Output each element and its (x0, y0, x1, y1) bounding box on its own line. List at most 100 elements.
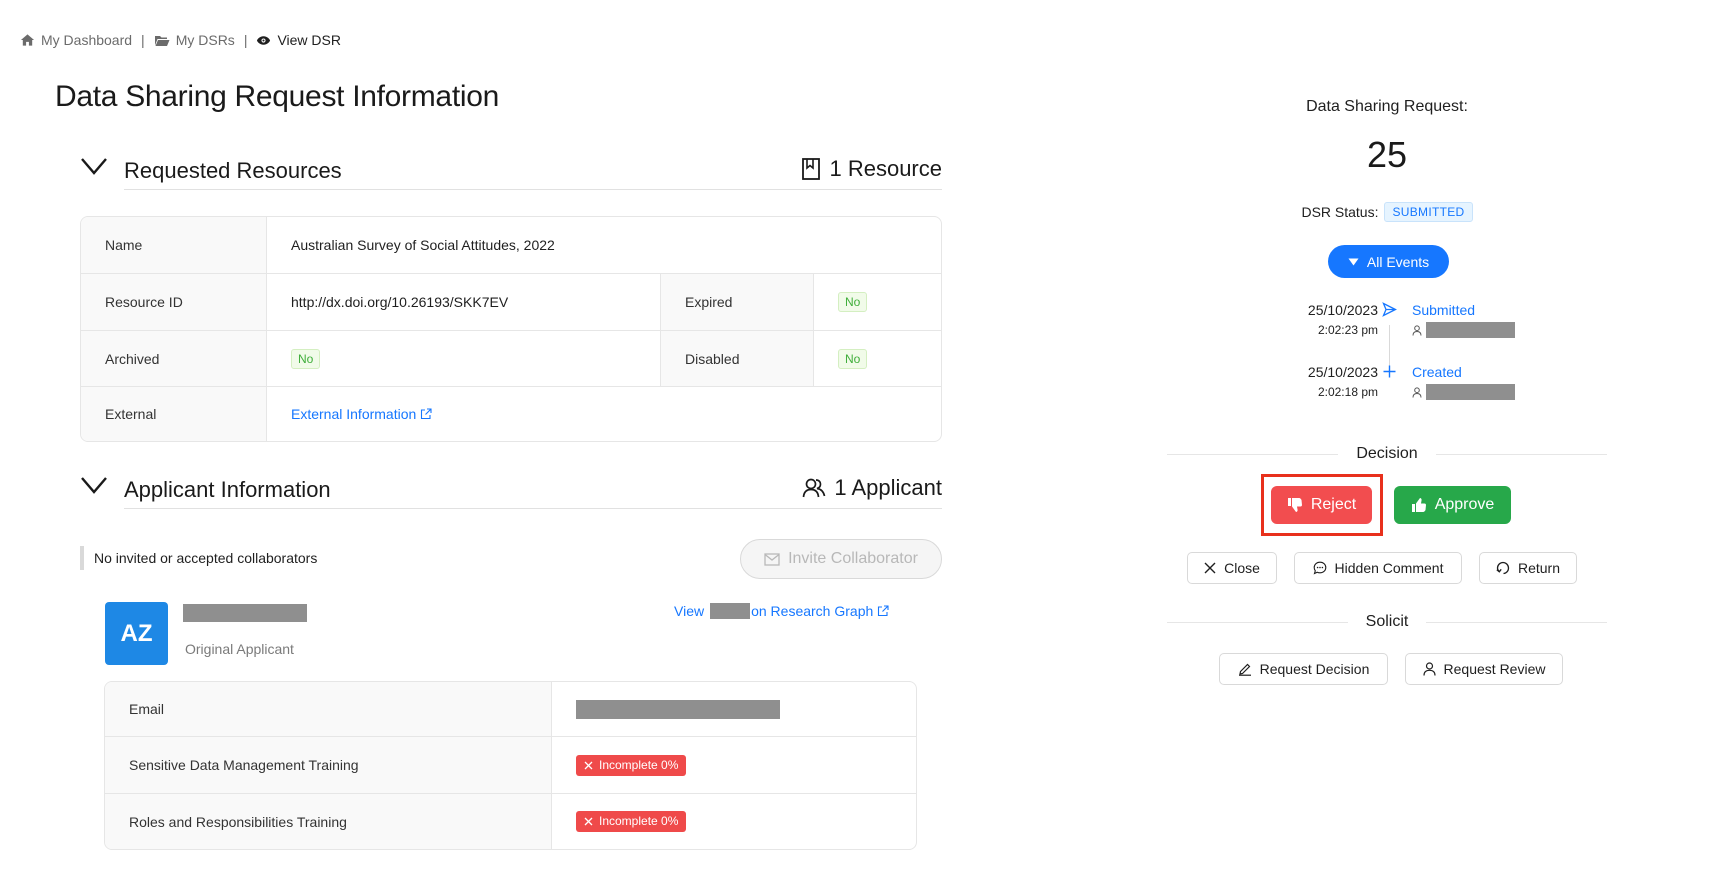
send-icon (1382, 302, 1397, 317)
users-icon (803, 478, 826, 498)
solicit-divider: Solicit (1167, 612, 1607, 632)
table-row: Email (105, 682, 916, 736)
button-label: Request Review (1443, 661, 1546, 677)
folder-open-icon (154, 35, 170, 46)
return-button[interactable]: Return (1479, 552, 1577, 584)
dsr-title: Data Sharing Request: (1306, 98, 1468, 115)
user-icon (1422, 662, 1436, 676)
archived-value: No (266, 331, 660, 386)
event-date: 25/10/2023 (1307, 302, 1378, 318)
breadcrumb: My Dashboard | My DSRs | View DSR (20, 31, 341, 49)
expired-label: Expired (660, 274, 813, 330)
incomplete-badge: Incomplete 0% (576, 811, 687, 832)
edit-icon (1238, 663, 1251, 676)
breadcrumb-separator: | (243, 32, 248, 48)
book-icon (802, 158, 821, 180)
redacted-name (710, 603, 751, 619)
external-link-icon (421, 408, 432, 420)
button-label: All Events (1366, 253, 1430, 270)
invite-collaborator-button[interactable]: Invite Collaborator (740, 539, 942, 579)
resource-id-label: Resource ID (81, 274, 266, 330)
applicant-count: 1 Applicant (802, 475, 942, 501)
chevron-down-icon[interactable] (80, 475, 108, 495)
event-time: 2:02:18 pm (1317, 385, 1378, 399)
reject-highlight-box (1261, 474, 1383, 536)
avatar: AZ (105, 602, 168, 665)
breadcrumb-label: My DSRs (175, 32, 235, 48)
name-value: Australian Survey of Social Attitudes, 2… (266, 217, 941, 273)
breadcrumb-separator: | (141, 32, 145, 48)
home-icon (20, 34, 35, 46)
decision-divider: Decision (1167, 444, 1608, 464)
rr-training-label: Roles and Responsibilities Training (105, 794, 551, 849)
hidden-comment-button[interactable]: Hidden Comment (1294, 552, 1462, 584)
table-row: Archived No Disabled No (81, 330, 941, 386)
external-information-link[interactable]: External Information (291, 406, 432, 422)
button-label: Return (1517, 560, 1561, 576)
no-collaborators-notice: No invited or accepted collaborators (80, 546, 317, 570)
breadcrumb-label: My Dashboard (41, 32, 133, 48)
close-button[interactable]: Close (1187, 552, 1277, 584)
thumbs-up-icon (1411, 498, 1426, 512)
breadcrumb-label: View DSR (277, 32, 341, 48)
incomplete-badge: Incomplete 0% (576, 754, 687, 776)
all-events-button[interactable]: All Events (1328, 245, 1449, 278)
link-label: External Information (291, 406, 417, 422)
button-label: Approve (1434, 496, 1495, 513)
mail-icon (764, 552, 780, 566)
email-value (551, 682, 916, 736)
sdm-training-value: Incomplete 0% (551, 737, 916, 793)
sdm-training-label: Sensitive Data Management Training (105, 737, 551, 793)
decision-title: Decision (1356, 445, 1418, 462)
event-date: 25/10/2023 (1307, 364, 1378, 380)
request-review-button[interactable]: Request Review (1405, 653, 1563, 685)
solicit-title: Solicit (1365, 613, 1409, 630)
table-row: External External Information (81, 386, 941, 441)
email-redacted (576, 699, 780, 719)
disabled-tag: No (838, 348, 868, 369)
dsr-status: DSR Status: SUBMITTED (1167, 202, 1607, 222)
event-timestamp: 25/10/2023 2:02:18 pm (1290, 364, 1378, 404)
disabled-value: No (813, 331, 941, 386)
applicant-count-label: 1 Applicant (834, 475, 942, 500)
status-badge: SUBMITTED (1384, 202, 1473, 222)
badge-label: Incomplete 0% (599, 814, 679, 828)
requested-resources-header[interactable]: Requested Resources 1 Resource (80, 150, 942, 190)
table-row: Name Australian Survey of Social Attitud… (81, 217, 941, 273)
undo-icon (1496, 561, 1510, 575)
button-label: Invite Collaborator (788, 550, 918, 567)
external-link-icon (878, 605, 889, 617)
badge-label: Incomplete 0% (599, 757, 679, 772)
request-decision-button[interactable]: Request Decision (1219, 653, 1388, 685)
event-name: Created (1412, 364, 1462, 380)
status-label: DSR Status: (1301, 204, 1379, 220)
event-name: Submitted (1412, 302, 1476, 318)
resource-id-value: http://dx.doi.org/10.26193/SKK7EV (266, 274, 660, 330)
event-user (1412, 384, 1515, 400)
section-divider (124, 189, 942, 190)
button-label: Request Decision (1259, 661, 1370, 677)
close-icon (584, 761, 593, 769)
breadcrumb-item-view-dsr: View DSR (256, 32, 341, 48)
chevron-down-icon[interactable] (80, 156, 108, 176)
breadcrumb-item-dashboard[interactable]: My Dashboard (20, 32, 132, 48)
eye-icon (257, 35, 271, 45)
table-row: Sensitive Data Management Training Incom… (105, 736, 916, 793)
expired-value: No (813, 274, 941, 330)
archived-tag: No (291, 348, 321, 369)
user-icon (1412, 324, 1422, 336)
link-suffix: on Research Graph (751, 603, 874, 619)
approve-button[interactable]: Approve (1394, 486, 1511, 524)
resource-count-label: 1 Resource (829, 156, 942, 181)
plus-icon (1383, 365, 1396, 378)
dsr-number: 25 (1366, 134, 1408, 175)
applicant-information-header[interactable]: Applicant Information 1 Applicant (80, 469, 942, 509)
section-title: Applicant Information (124, 477, 331, 502)
breadcrumb-item-my-dsrs[interactable]: My DSRs (154, 32, 235, 48)
caret-down-icon (1348, 258, 1359, 265)
user-redacted (1426, 322, 1515, 338)
event-user (1412, 322, 1515, 338)
disabled-label: Disabled (660, 331, 813, 386)
rr-training-value: Incomplete 0% (551, 794, 916, 849)
research-graph-link[interactable]: View on Research Graph (674, 603, 889, 619)
